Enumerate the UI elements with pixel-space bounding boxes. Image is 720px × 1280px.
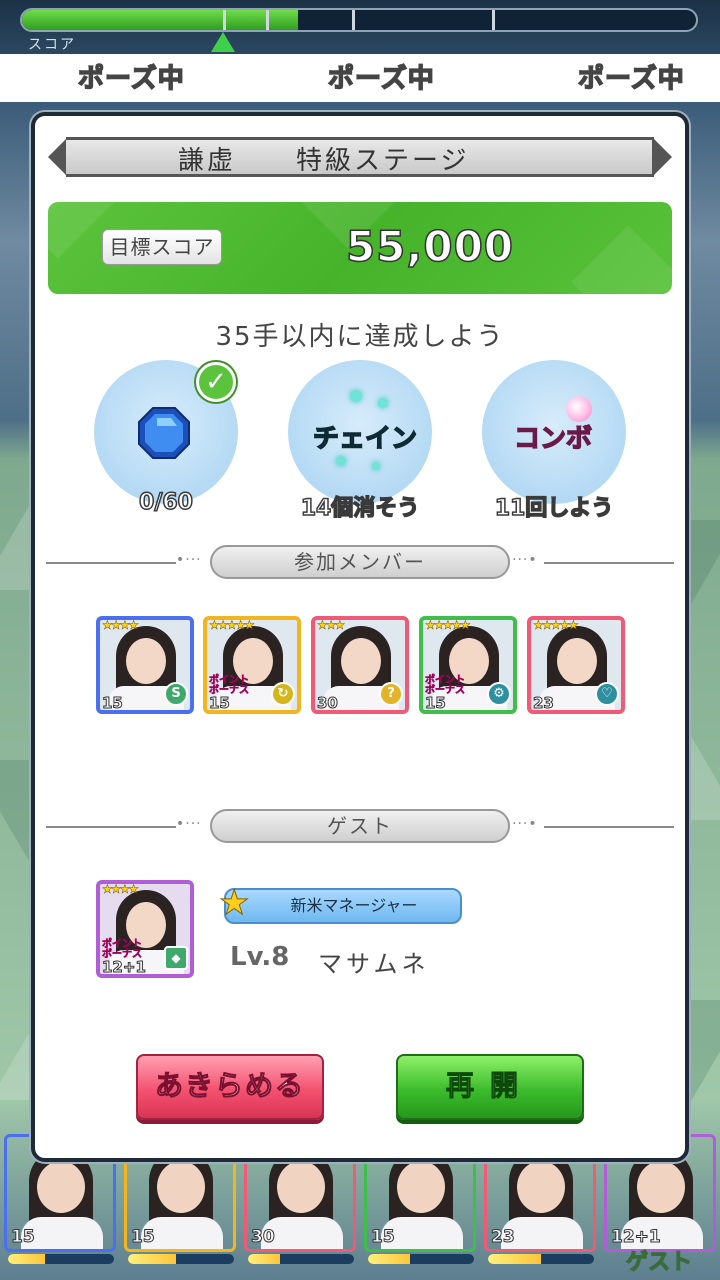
- pause-label: ポーズ中: [577, 63, 685, 95]
- member-level: 15: [209, 694, 231, 712]
- guest-member-level: 12+1: [102, 958, 147, 976]
- stage-name: 特級ステージ: [296, 146, 470, 176]
- point-bonus-badge: ポイント ボーナス: [102, 939, 143, 960]
- member-level: 15: [425, 694, 447, 712]
- target-score-label: 目標スコア: [102, 229, 222, 265]
- give-up-button[interactable]: あきらめる: [136, 1054, 324, 1120]
- chain-dot-icon: [372, 462, 380, 470]
- member-card[interactable]: ★★★ ? 30: [311, 616, 409, 714]
- rarity-stars-icon: ★★★★★: [209, 618, 255, 632]
- guest-player-name: マサムネ: [318, 950, 430, 978]
- member-card[interactable]: ★★★★★ ポイント ボーナス ↻ 15: [203, 616, 301, 714]
- pause-label: ポーズ中: [327, 63, 435, 95]
- skill-icon: ♡: [595, 682, 619, 706]
- resume-button[interactable]: 再開: [396, 1054, 584, 1120]
- gem-icon: [138, 407, 190, 459]
- chain-dot-icon: [350, 390, 362, 402]
- section-divider: •···: [176, 816, 202, 832]
- skill-icon: ⚙: [487, 682, 511, 706]
- skill-gauge: [128, 1254, 234, 1264]
- member-card[interactable]: ★★★★★ ポイント ボーナス ⚙ 15: [419, 616, 517, 714]
- member-level: 30: [317, 694, 339, 712]
- score-gauge-fill: [22, 10, 299, 30]
- section-divider: ···•: [512, 552, 538, 568]
- section-divider: ···•: [512, 816, 538, 832]
- target-score-value: 55,000: [345, 221, 515, 272]
- rarity-stars-icon: ★★★: [317, 618, 346, 632]
- skill-icon: ?: [379, 682, 403, 706]
- member-card[interactable]: ★★★★ S 15: [96, 616, 194, 714]
- score-gauge-tick: [492, 10, 495, 30]
- completed-check-icon: ✓: [196, 362, 236, 402]
- section-divider: [46, 826, 176, 828]
- rarity-stars-icon: ★★★★★: [425, 618, 471, 632]
- guest-member-card[interactable]: ★★★★ ポイント ボーナス ◆ 12+1: [96, 880, 194, 978]
- skill-icon: ◆: [164, 946, 188, 970]
- section-divider: [544, 562, 674, 564]
- chain-dot-icon: [378, 398, 388, 408]
- section-divider: [46, 562, 176, 564]
- section-divider: [544, 826, 674, 828]
- score-gauge-tick: [266, 10, 269, 30]
- bottom-member-level: 15: [131, 1227, 156, 1248]
- bottom-member-level: 15: [11, 1227, 36, 1248]
- pause-label: ポーズ中: [77, 63, 185, 95]
- score-gauge-tick: [223, 10, 226, 30]
- mission-text: 35手以内に達成しよう: [215, 322, 505, 352]
- star-icon: ★: [218, 883, 250, 923]
- guest-title-badge: 新米マネージャー: [224, 888, 462, 924]
- stage-difficulty: 謙虚: [178, 146, 237, 176]
- point-bonus-badge: ポイント ボーナス: [209, 675, 250, 696]
- skill-gauge: [248, 1254, 354, 1264]
- bottom-guest-tag: ゲスト: [625, 1249, 693, 1275]
- bottom-member-level: 15: [371, 1227, 396, 1248]
- guest-player-level: Lv.8: [230, 942, 290, 972]
- member-level: 15: [102, 694, 124, 712]
- goal-caption: 11回しよう: [494, 495, 614, 522]
- goal-caption: 14個消そう: [300, 495, 420, 522]
- skill-gauge: [488, 1254, 594, 1264]
- goal-caption: 0/60: [138, 489, 193, 516]
- chain-icon: チェイン: [312, 423, 418, 455]
- member-level: 23: [533, 694, 555, 712]
- bottom-member-level: 23: [491, 1227, 516, 1248]
- skill-icon: ↻: [271, 682, 295, 706]
- rarity-stars-icon: ★★★★: [102, 618, 140, 632]
- combo-icon: コンボ: [513, 423, 593, 455]
- score-marker-icon: [211, 32, 235, 52]
- rarity-stars-icon: ★★★★: [102, 882, 140, 896]
- rarity-stars-icon: ★★★★★: [533, 618, 579, 632]
- section-divider: •···: [176, 552, 202, 568]
- skill-gauge: [368, 1254, 474, 1264]
- score-gauge-tick: [352, 10, 355, 30]
- point-bonus-badge: ポイント ボーナス: [425, 675, 466, 696]
- members-header: 参加メンバー: [210, 545, 510, 579]
- skill-gauge: [8, 1254, 114, 1264]
- chain-dot-icon: [336, 456, 346, 466]
- member-card[interactable]: ★★★★★ ♡ 23: [527, 616, 625, 714]
- bottom-member-level: 30: [251, 1227, 276, 1248]
- guest-header: ゲスト: [210, 809, 510, 843]
- score-label: スコア: [28, 37, 76, 53]
- score-gauge: [20, 8, 698, 32]
- skill-icon: S: [164, 682, 188, 706]
